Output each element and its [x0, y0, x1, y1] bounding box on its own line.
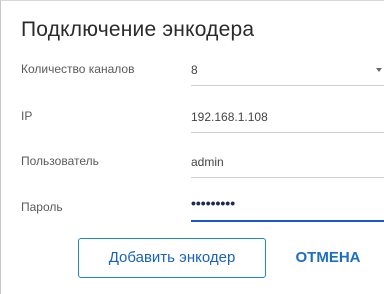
channels-select[interactable]: 8 — [191, 58, 384, 86]
ip-label: IP — [21, 109, 33, 123]
channels-value: 8 — [191, 63, 198, 77]
ip-field[interactable]: 192.168.1.108 — [191, 105, 384, 133]
password-field[interactable]: ••••••••• — [191, 194, 384, 222]
password-label: Пароль — [21, 200, 63, 214]
user-value: admin — [191, 155, 224, 169]
password-value: ••••••••• — [191, 195, 236, 211]
chevron-down-icon[interactable] — [376, 68, 382, 72]
dialog-title: Подключение энкодера — [21, 18, 255, 41]
user-field[interactable]: admin — [191, 150, 384, 178]
add-encoder-dialog: Подключение энкодера Количество каналов … — [0, 0, 384, 294]
add-encoder-button[interactable]: Добавить энкодер — [78, 238, 266, 278]
ip-value: 192.168.1.108 — [191, 110, 268, 124]
user-label: Пользователь — [21, 154, 99, 168]
cancel-button[interactable]: ОТМЕНА — [290, 238, 366, 278]
channels-label: Количество каналов — [21, 62, 135, 76]
